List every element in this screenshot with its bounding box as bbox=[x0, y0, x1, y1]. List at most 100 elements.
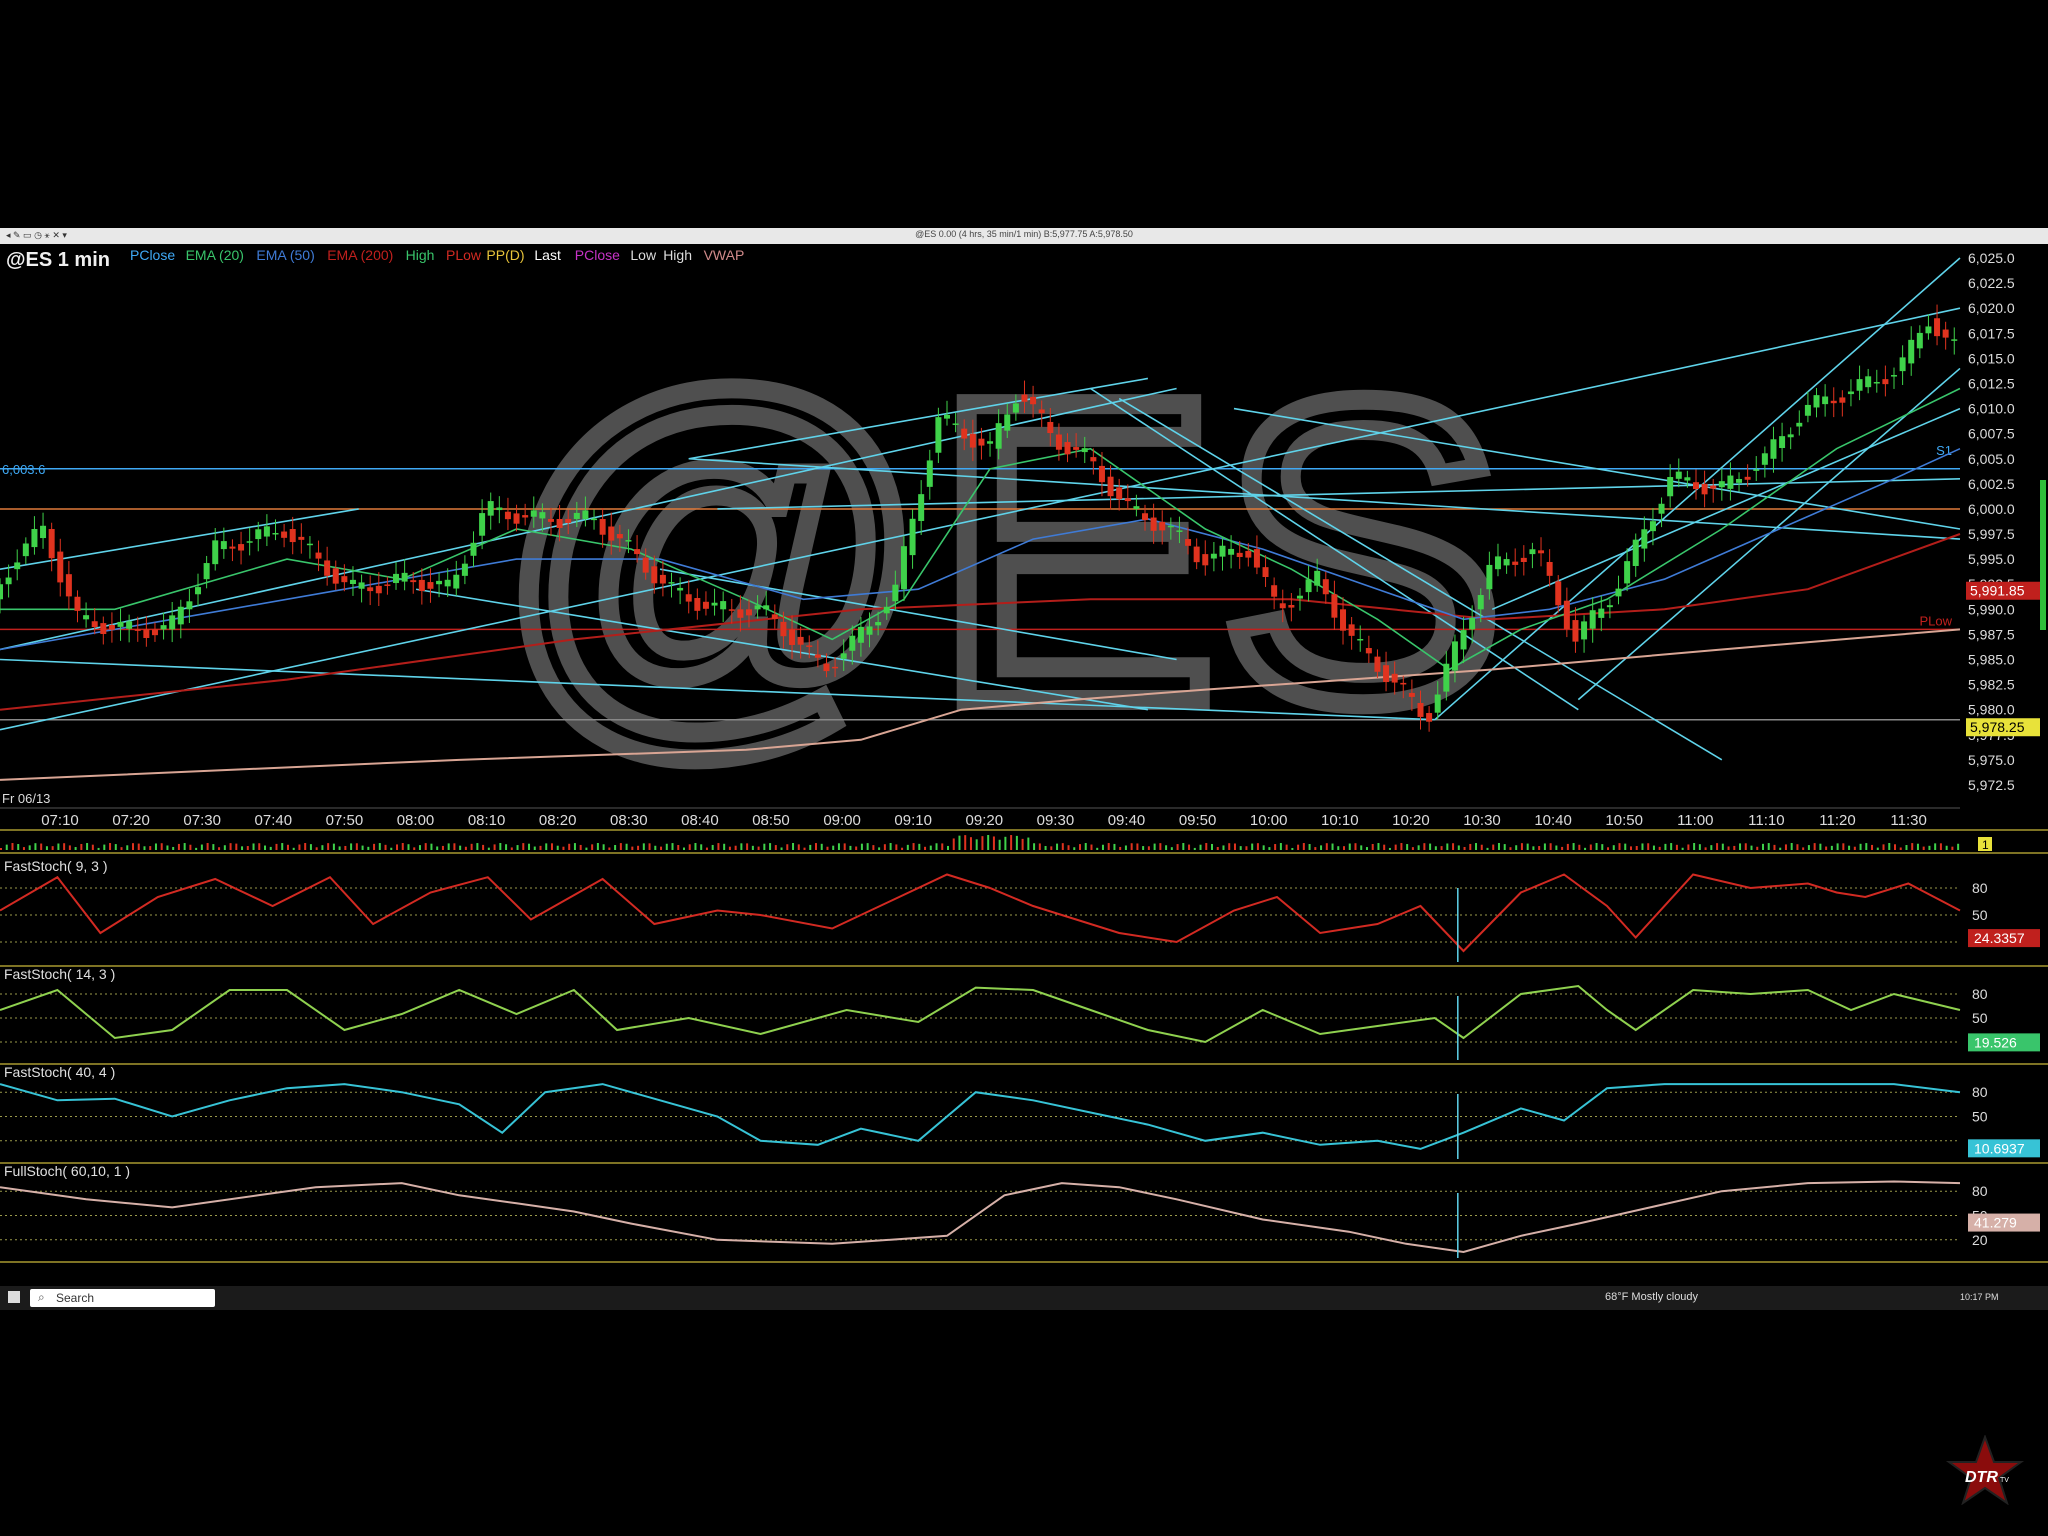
stoch-line bbox=[0, 873, 1961, 953]
candle bbox=[737, 609, 744, 618]
volume-bar bbox=[154, 843, 157, 850]
candle bbox=[1615, 588, 1622, 597]
indicator-pane-1[interactable]: FastStoch( 14, 3 ) 80 50 19.526 bbox=[0, 966, 2048, 1065]
volume-bar bbox=[1475, 843, 1478, 850]
clock[interactable]: 10:17 PM bbox=[1960, 1292, 1999, 1302]
candle bbox=[418, 579, 425, 592]
volume-bar bbox=[1561, 846, 1564, 850]
volume-bar bbox=[1939, 843, 1942, 850]
indicator-tick: 80 bbox=[1972, 1084, 1988, 1100]
candle bbox=[22, 543, 29, 557]
legend-item[interactable]: EMA (200) bbox=[327, 247, 393, 263]
volume-bar bbox=[258, 843, 261, 850]
volume-bar bbox=[1480, 844, 1483, 850]
volume-bar bbox=[1291, 847, 1294, 850]
indicator-label: FullStoch( 60,10, 1 ) bbox=[4, 1163, 130, 1179]
volume-bar bbox=[200, 844, 203, 850]
candle bbox=[444, 579, 451, 587]
candle bbox=[1632, 539, 1639, 566]
volume-bar bbox=[464, 846, 467, 850]
volume-bar bbox=[235, 843, 238, 850]
candle bbox=[995, 423, 1002, 449]
legend-item[interactable]: PClose bbox=[575, 247, 620, 263]
candle bbox=[961, 428, 968, 439]
legend-item[interactable]: PClose bbox=[130, 247, 175, 263]
indicator-pane-2[interactable]: FastStoch( 40, 4 ) 80 50 10.6937 bbox=[0, 1064, 2048, 1164]
indicator-pane-3[interactable]: FullStoch( 60,10, 1 )80502041.279 bbox=[0, 1163, 2048, 1263]
volume-bar bbox=[1193, 847, 1196, 850]
taskbar-search[interactable]: Search ⌕ bbox=[30, 1289, 215, 1307]
start-icon[interactable] bbox=[8, 1291, 20, 1303]
volume-bar bbox=[1147, 846, 1150, 850]
volume-bar bbox=[935, 843, 938, 850]
volume-bar bbox=[505, 844, 508, 850]
legend-item[interactable]: PP(D) bbox=[486, 247, 524, 263]
legend-item[interactable]: Low bbox=[630, 247, 657, 263]
x-tick-label: 08:50 bbox=[752, 812, 790, 829]
volume-bar bbox=[1629, 846, 1632, 850]
volume-bar bbox=[315, 847, 318, 850]
candle bbox=[410, 580, 417, 583]
candle bbox=[1434, 694, 1441, 713]
candle bbox=[1030, 396, 1037, 405]
candle bbox=[117, 621, 124, 627]
candle bbox=[1124, 498, 1131, 502]
x-tick-label: 09:30 bbox=[1037, 812, 1075, 829]
volume-bar bbox=[1199, 844, 1202, 850]
candle bbox=[1667, 477, 1674, 497]
volume-bar bbox=[487, 847, 490, 850]
candle bbox=[1228, 548, 1235, 555]
volume-bar bbox=[1056, 843, 1059, 850]
volume-bar bbox=[1400, 843, 1403, 850]
scroll-indicator[interactable] bbox=[2040, 480, 2046, 630]
candle bbox=[1443, 663, 1450, 692]
y-tick-label: 6,025.0 bbox=[1968, 250, 2015, 266]
legend-item[interactable]: PLow bbox=[446, 247, 482, 263]
legend-item[interactable]: Last bbox=[534, 247, 561, 263]
legend-item[interactable]: VWAP bbox=[704, 247, 745, 263]
candle bbox=[797, 636, 804, 645]
volume-bar bbox=[1951, 846, 1954, 850]
volume-bar bbox=[80, 843, 83, 850]
candle bbox=[1925, 326, 1932, 334]
indicator-tick: 50 bbox=[1972, 1109, 1988, 1125]
volume-bar bbox=[1882, 844, 1885, 850]
candle bbox=[1779, 436, 1786, 449]
weather-label[interactable]: 68°F Mostly cloudy bbox=[1605, 1291, 1698, 1303]
volume-bar bbox=[137, 843, 140, 850]
legend-item[interactable]: EMA (50) bbox=[256, 247, 314, 263]
volume-bar bbox=[1905, 845, 1908, 850]
candle bbox=[74, 596, 81, 611]
legend-item[interactable]: High bbox=[663, 247, 692, 263]
candle bbox=[599, 518, 606, 535]
volume-bar bbox=[1096, 847, 1099, 850]
candle bbox=[341, 576, 348, 583]
candle bbox=[1185, 539, 1192, 546]
candle bbox=[1598, 608, 1605, 618]
indicator-pane-0[interactable]: FastStoch( 9, 3 ) 80 50 24.3357 bbox=[0, 858, 2048, 967]
volume-bar bbox=[1073, 847, 1076, 850]
volume-bar bbox=[177, 843, 180, 850]
volume-bar bbox=[901, 847, 904, 850]
volume-bar bbox=[264, 845, 267, 850]
volume-bar bbox=[189, 844, 192, 850]
y-tick-label: 6,015.0 bbox=[1968, 350, 2015, 366]
volume-bar bbox=[1704, 847, 1707, 850]
legend-item[interactable]: EMA (20) bbox=[186, 247, 244, 263]
volume-bar bbox=[86, 843, 89, 850]
candle bbox=[1555, 581, 1562, 606]
legend-item[interactable]: High bbox=[406, 247, 435, 263]
y-tick-label: 6,017.5 bbox=[1968, 325, 2015, 341]
volume-bar bbox=[1578, 844, 1581, 850]
volume-bar bbox=[820, 843, 823, 850]
volume-bar bbox=[1549, 843, 1552, 850]
candle bbox=[969, 433, 976, 448]
candle bbox=[857, 626, 864, 643]
volume-bar bbox=[757, 846, 760, 850]
volume-bar bbox=[981, 836, 984, 850]
volume-bar bbox=[1739, 843, 1742, 850]
candle bbox=[685, 594, 692, 602]
volume-bar bbox=[218, 847, 221, 850]
candle bbox=[711, 602, 718, 606]
x-tick-label: 09:40 bbox=[1108, 812, 1146, 829]
